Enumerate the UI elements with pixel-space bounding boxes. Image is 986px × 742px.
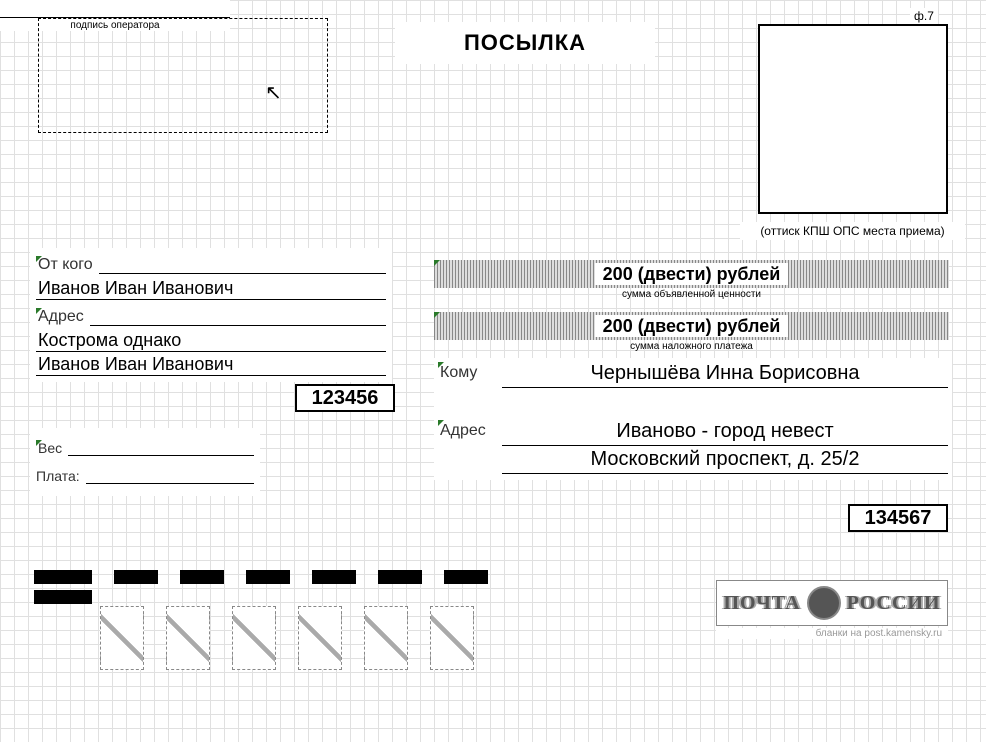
index-bar <box>180 570 224 584</box>
index-digit-cell <box>430 606 474 670</box>
sender-block: От кого Иванов Иван Иванович Адрес Костр… <box>30 248 392 382</box>
index-digit-cell <box>232 606 276 670</box>
sender-postcode: 123456 <box>295 384 395 412</box>
recipient-name: Чернышёва Инна Борисовна <box>502 362 948 388</box>
declared-value-caption: сумма объявленной ценности <box>434 289 949 300</box>
sender-name: Иванов Иван Иванович <box>36 276 386 300</box>
declared-value-row: 200 (двести) рублей <box>434 260 949 288</box>
recipient-address-label: Адрес <box>438 422 486 446</box>
sender-address-2: Иванов Иван Иванович <box>36 352 386 376</box>
index-bar <box>34 570 92 584</box>
eagle-icon <box>807 586 841 620</box>
weight-fee-block: Вес Плата: <box>30 428 260 496</box>
form-title: ПОСЫЛКА <box>395 22 655 64</box>
index-digit-cell <box>100 606 144 670</box>
logo-subtext: бланки на post.kamensky.ru <box>716 628 948 639</box>
fee-underline <box>86 462 254 484</box>
recipient-block: Кому Чернышёва Инна Борисовна Адрес Иван… <box>434 358 952 480</box>
from-label: От кого <box>36 256 93 274</box>
sender-address-label: Адрес <box>36 308 84 326</box>
sender-address-1: Кострома однако <box>36 328 386 352</box>
addr-underline <box>90 304 386 326</box>
index-digit-cell <box>166 606 210 670</box>
logo-text-right: РОССИИ <box>847 592 941 615</box>
kpsh-stamp-box <box>758 24 948 214</box>
recipient-address-1: Иваново - город невест <box>502 420 948 446</box>
index-bar <box>114 570 158 584</box>
index-digit-cell <box>364 606 408 670</box>
index-bar <box>34 590 92 604</box>
cod-value: 200 (двести) рублей <box>595 315 789 337</box>
stamp-area <box>38 18 328 133</box>
recipient-address-2: Московский проспект, д. 25/2 <box>502 448 948 474</box>
index-bar <box>444 570 488 584</box>
weight-underline <box>68 434 254 456</box>
declared-value: 200 (двести) рублей <box>595 263 789 285</box>
cod-value-row: 200 (двести) рублей <box>434 312 949 340</box>
cursor-icon: ↖ <box>265 80 282 105</box>
index-digit-cell <box>298 606 342 670</box>
cod-value-caption: сумма наложного платежа <box>434 341 949 352</box>
index-bar <box>246 570 290 584</box>
postal-index-area <box>34 570 488 670</box>
index-bar <box>378 570 422 584</box>
from-underline <box>99 252 386 274</box>
signature-line <box>0 0 230 18</box>
fee-label: Плата: <box>36 468 80 484</box>
form-code: ф.7 <box>910 8 938 24</box>
logo-text-left: ПОЧТА <box>724 592 801 615</box>
index-bar <box>312 570 356 584</box>
post-russia-logo: ПОЧТА РОССИИ <box>716 580 948 626</box>
recipient-postcode: 134567 <box>848 504 948 532</box>
kpsh-caption: (оттиск КПШ ОПС места приема) <box>740 222 965 240</box>
